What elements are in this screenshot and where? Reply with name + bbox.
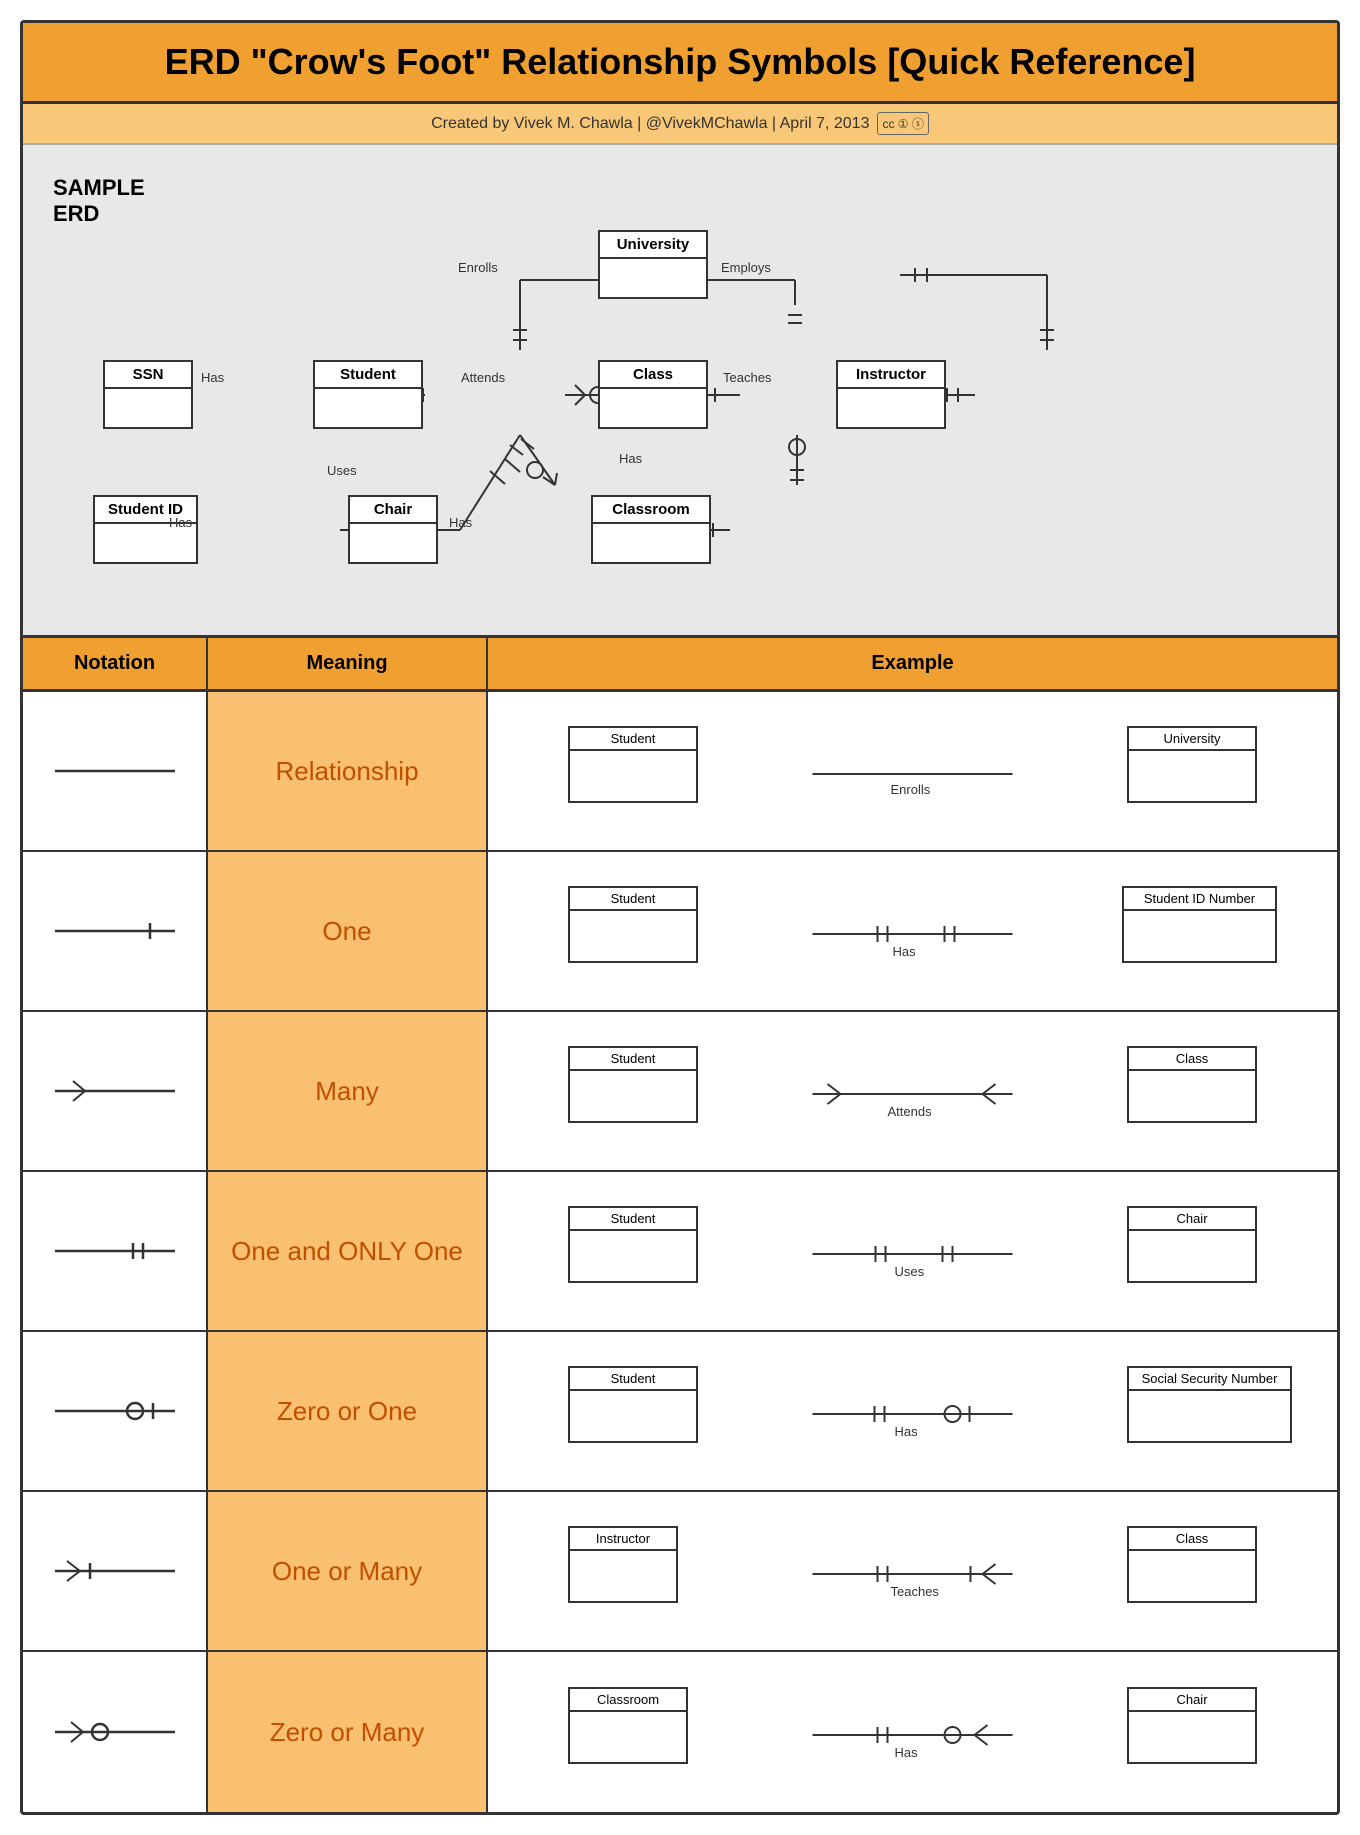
svg-text:Uses: Uses <box>895 1264 925 1279</box>
entity-ssn: SSN <box>103 360 193 429</box>
meaning-one-only: One and ONLY One <box>208 1172 488 1330</box>
rel-has-ssn: Has <box>201 370 224 385</box>
rel-has-classroom: Has <box>619 451 642 466</box>
rel-uses: Uses <box>327 463 357 478</box>
rel-has-studentid: Has <box>169 515 192 530</box>
entity-student: Student <box>313 360 423 429</box>
row-zero-or-one: Zero or One Student Social Security Numb… <box>23 1332 1337 1492</box>
entity-instructor-label: Instructor <box>838 362 944 389</box>
ex-classroom-zeroormany: Classroom <box>568 1687 688 1764</box>
meaning-relationship: Relationship <box>208 692 488 850</box>
row-zero-or-many: Zero or Many Classroom Chair <box>23 1652 1337 1812</box>
cc-icons: cc ① ⓢ <box>877 112 928 135</box>
header-example: Example <box>488 638 1337 689</box>
entity-ssn-label: SSN <box>105 362 191 389</box>
row-many: Many Student Class <box>23 1012 1337 1172</box>
ex-chair-zeroormany: Chair <box>1127 1687 1257 1764</box>
ref-table-header: Notation Meaning Example <box>23 638 1337 692</box>
row-one: One Student Student ID Number H <box>23 852 1337 1012</box>
svg-text:Teaches: Teaches <box>891 1584 940 1599</box>
ex-studentid-one: Student ID Number <box>1122 886 1277 963</box>
header-notation: Notation <box>23 638 208 689</box>
rel-has-chair: Has <box>449 515 472 530</box>
svg-text:Has: Has <box>893 944 917 959</box>
example-relationship: Student University Enrolls <box>488 692 1337 850</box>
ex-ssn-zeroorone: Social Security Number <box>1127 1366 1292 1443</box>
notation-one-only <box>23 1172 208 1330</box>
ex-university-rel: University <box>1127 726 1257 803</box>
entity-university: University <box>598 230 708 299</box>
rel-teaches: Teaches <box>723 370 771 385</box>
notation-many <box>23 1012 208 1170</box>
rel-enrolls: Enrolls <box>458 260 498 275</box>
svg-text:Has: Has <box>895 1745 919 1760</box>
ex-class-many: Class <box>1127 1046 1257 1123</box>
ex-class-oneormany: Class <box>1127 1526 1257 1603</box>
meaning-zero-or-many: Zero or Many <box>208 1652 488 1812</box>
notation-zero-or-one <box>23 1332 208 1490</box>
header-meaning: Meaning <box>208 638 488 689</box>
meaning-many: Many <box>208 1012 488 1170</box>
entity-classroom-label: Classroom <box>593 497 709 524</box>
example-many: Student Class Attends <box>488 1012 1337 1170</box>
ex-student-one: Student <box>568 886 698 963</box>
example-one-or-many: Instructor Class Teaches <box>488 1492 1337 1650</box>
entity-chair: Chair <box>348 495 438 564</box>
subtitle-bar: Created by Vivek M. Chawla | @VivekMChaw… <box>23 104 1337 145</box>
entity-classroom: Classroom <box>591 495 711 564</box>
ex-student-rel: Student <box>568 726 698 803</box>
example-one: Student Student ID Number Has <box>488 852 1337 1010</box>
meaning-zero-or-one: Zero or One <box>208 1332 488 1490</box>
page-title: ERD "Crow's Foot" Relationship Symbols [… <box>23 23 1337 104</box>
ex-student-oneonly: Student <box>568 1206 698 1283</box>
erd-canvas: SSN Student ID Student Chair University <box>43 175 1307 605</box>
ex-chair-oneonly: Chair <box>1127 1206 1257 1283</box>
rel-employs: Employs <box>721 260 771 275</box>
entity-student-label: Student <box>315 362 421 389</box>
example-zero-or-many: Classroom Chair Has <box>488 1652 1337 1812</box>
notation-relationship <box>23 692 208 850</box>
meaning-one: One <box>208 852 488 1010</box>
ex-student-zeroorone: Student <box>568 1366 698 1443</box>
example-one-only: Student Chair Uses <box>488 1172 1337 1330</box>
row-one-only: One and ONLY One Student Chair <box>23 1172 1337 1332</box>
notation-zero-or-many <box>23 1652 208 1812</box>
notation-one <box>23 852 208 1010</box>
rel-attends: Attends <box>461 370 505 385</box>
ex-instructor-oneormany: Instructor <box>568 1526 678 1603</box>
svg-text:Enrolls: Enrolls <box>891 782 931 797</box>
row-relationship: Relationship Student University Enrolls <box>23 692 1337 852</box>
svg-text:Has: Has <box>895 1424 919 1439</box>
example-zero-or-one: Student Social Security Number Has <box>488 1332 1337 1490</box>
entity-university-label: University <box>600 232 706 259</box>
ex-student-many: Student <box>568 1046 698 1123</box>
svg-text:Attends: Attends <box>888 1104 933 1119</box>
entity-chair-label: Chair <box>350 497 436 524</box>
subtitle-text: Created by Vivek M. Chawla | @VivekMChaw… <box>431 115 869 133</box>
entity-class: Class <box>598 360 708 429</box>
row-one-or-many: One or Many Instructor Class <box>23 1492 1337 1652</box>
erd-section: SAMPLEERD <box>23 145 1337 638</box>
entity-instructor: Instructor <box>836 360 946 429</box>
meaning-one-or-many: One or Many <box>208 1492 488 1650</box>
notation-one-or-many <box>23 1492 208 1650</box>
entity-class-label: Class <box>600 362 706 389</box>
